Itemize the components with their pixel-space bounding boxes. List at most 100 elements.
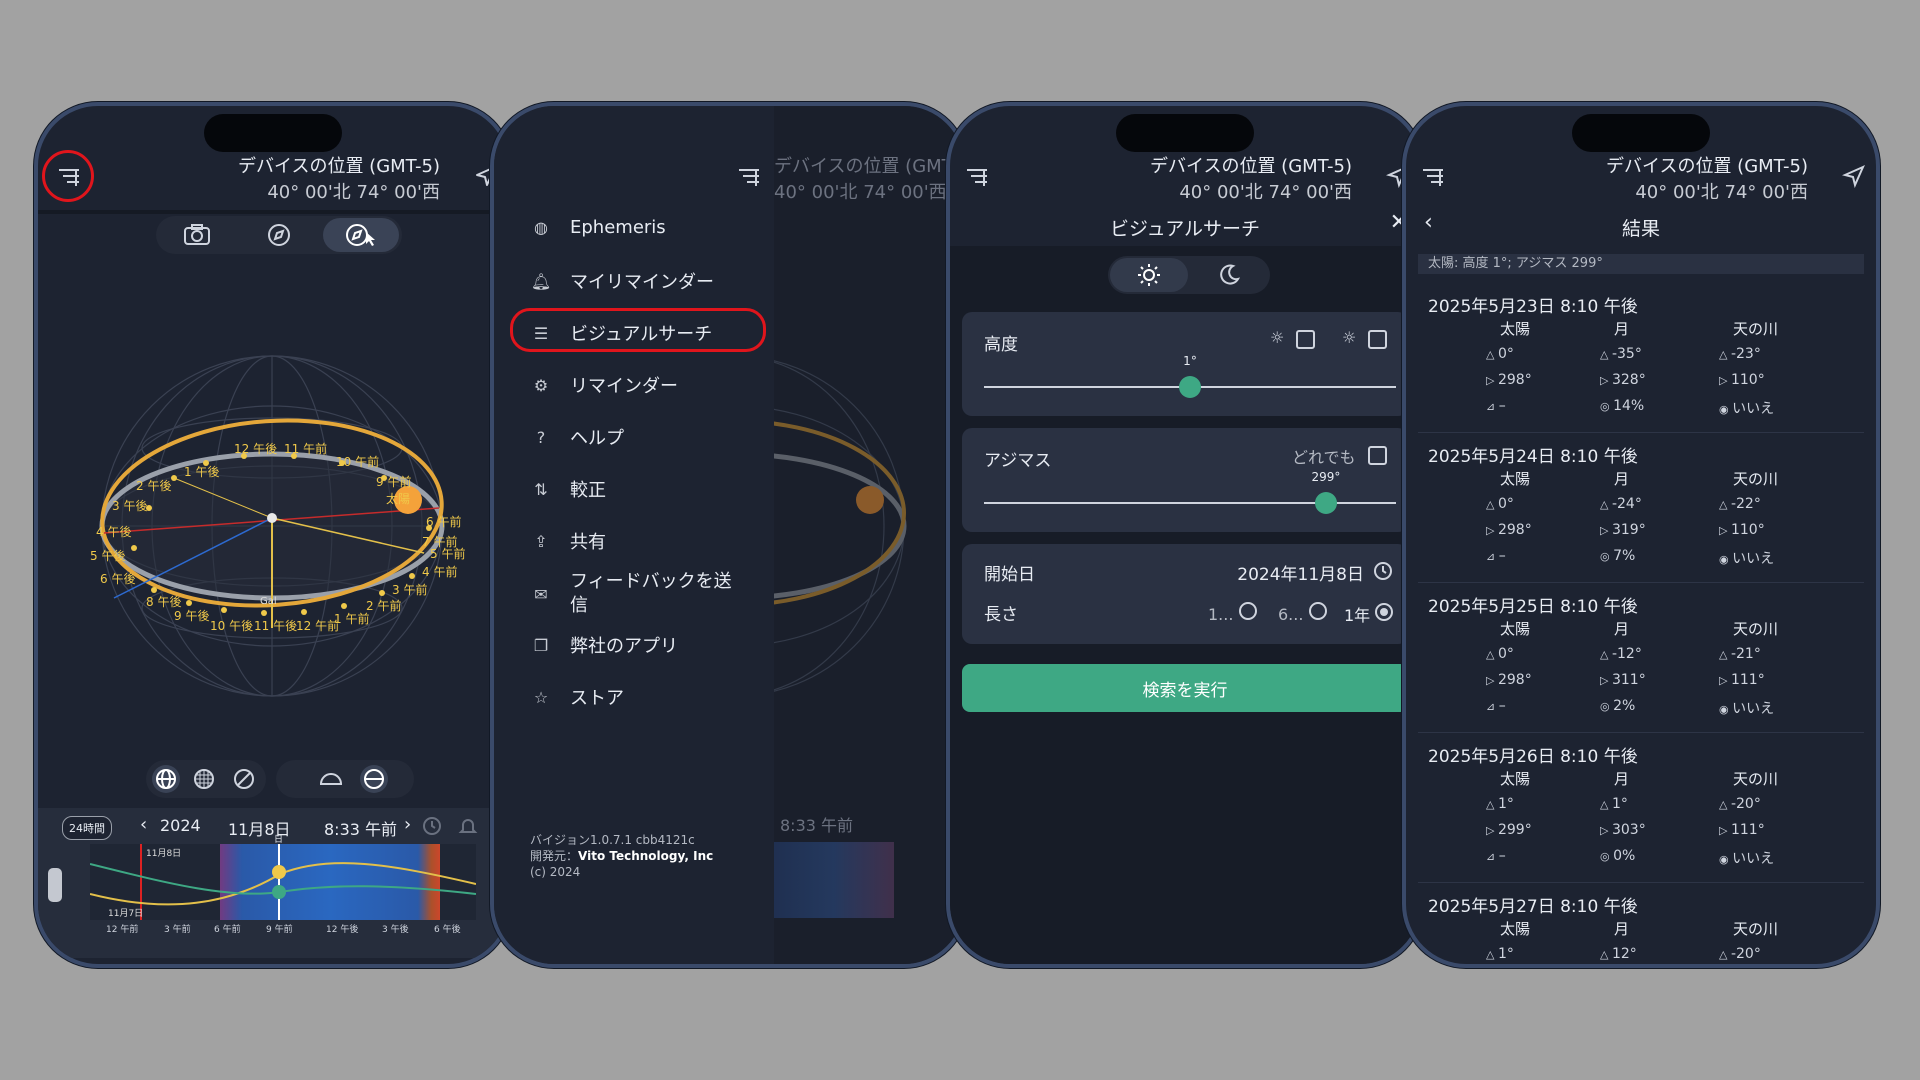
menu-item-store[interactable]: ☆ ストア bbox=[530, 684, 624, 710]
length-option-3[interactable]: 1年 bbox=[1344, 602, 1394, 626]
next-icon[interactable]: › bbox=[404, 814, 411, 835]
radio-button-selected[interactable] bbox=[1375, 603, 1394, 621]
star-icon: ☆ bbox=[533, 687, 549, 707]
result-value: ⊿ – bbox=[1486, 698, 1506, 714]
sunrise-checkbox[interactable] bbox=[1296, 330, 1315, 349]
length-option-2[interactable]: 6... bbox=[1278, 602, 1327, 624]
radio-button[interactable] bbox=[1238, 602, 1257, 620]
option-label: 6... bbox=[1278, 605, 1304, 624]
column-head: 天の川 bbox=[1733, 770, 1779, 788]
sun-tab[interactable] bbox=[1110, 258, 1188, 292]
equator-icon[interactable] bbox=[358, 763, 390, 795]
moon-tab[interactable] bbox=[1190, 258, 1268, 292]
column-head: 月 bbox=[1614, 920, 1630, 938]
length-option-1[interactable]: 1... bbox=[1208, 602, 1257, 624]
results-list[interactable]: 2025年5月23日 8:10 午後 太陽 △ 0° ▷ 298° ⊿ – 月 △ -35°… bbox=[1406, 284, 1876, 964]
sphere-label: 8 午後 bbox=[146, 595, 181, 609]
result-value: △ 1° bbox=[1600, 796, 1628, 812]
menu-item-reminders[interactable]: ⚙ リマインダー bbox=[530, 372, 678, 398]
clock-icon[interactable] bbox=[1372, 560, 1394, 582]
result-value: ◎ 14% bbox=[1600, 398, 1644, 414]
column-head: 太陽 bbox=[1500, 620, 1531, 638]
column-head: 天の川 bbox=[1733, 620, 1779, 638]
menu-item-our-apps[interactable]: ❐ 弊社のアプリ bbox=[530, 632, 678, 658]
result-value: ⊿ – bbox=[1486, 398, 1506, 414]
filter-icon[interactable] bbox=[964, 164, 990, 190]
start-date-value[interactable]: 2024年11月8日 bbox=[1237, 560, 1364, 585]
sphere-label: 太陽 bbox=[386, 491, 410, 506]
sunrise-icon: ☼ bbox=[1270, 328, 1285, 347]
result-item[interactable]: 2025年5月23日 8:10 午後 太陽 △ 0° ▷ 298° ⊿ – 月 △ -35°… bbox=[1418, 284, 1864, 433]
menu-item-help[interactable]: ? ヘルプ bbox=[530, 424, 624, 450]
any-checkbox[interactable] bbox=[1368, 446, 1387, 465]
result-value: △ -20° bbox=[1719, 946, 1761, 962]
result-item[interactable]: 2025年5月27日 8:10 午後太陽△ 1°▷ ⊿ 月△ 12°▷ ◎ 天の… bbox=[1418, 884, 1864, 964]
menu-item-calibrate[interactable]: ⇅ 較正 bbox=[530, 476, 606, 502]
grid-sphere-icon[interactable] bbox=[192, 767, 216, 791]
result-item[interactable]: 2025年5月25日 8:10 午後 太陽 △ 0° ▷ 298° ⊿ – 月 △ -12°… bbox=[1418, 584, 1864, 733]
clock-icon[interactable] bbox=[422, 816, 442, 836]
no-grid-icon[interactable] bbox=[232, 767, 256, 791]
moon-icon bbox=[1220, 264, 1241, 285]
value-text: いいえ bbox=[1732, 851, 1775, 867]
globe-icon: ◍ bbox=[534, 217, 548, 237]
side-menu: ◍ Ephemeris 🔔︎ マイリマインダー ☰ ビジュアルサーチ ⚙ リマインダー … bbox=[494, 106, 774, 964]
result-item[interactable]: 2025年5月24日 8:10 午後 太陽 △ 0° ▷ 298° ⊿ – 月 △ -24°… bbox=[1418, 434, 1864, 583]
time-mode-badge[interactable]: 24時間 bbox=[62, 816, 112, 840]
result-value: ◎ 7% bbox=[1600, 548, 1635, 564]
ar-compass-button[interactable] bbox=[323, 218, 399, 252]
celestial-sphere[interactable]: 1 午後 12 午後 11 午前 10 午前 9 午前 2 午後 3 午後 4 … bbox=[74, 328, 474, 698]
globe-icon[interactable] bbox=[150, 763, 182, 795]
any-label: どれでも bbox=[1292, 448, 1356, 467]
menu-label: 較正 bbox=[570, 480, 606, 501]
phone-screen-visual-search: デバイスの位置 (GMT-5) 40° 00'北 74° 00'西 ビジュアルサ… bbox=[946, 102, 1424, 968]
tick: 6 午後 bbox=[434, 925, 461, 935]
alt-icon: △ bbox=[1486, 948, 1498, 961]
menu-item-my-reminders[interactable]: 🔔︎ マイリマインダー bbox=[530, 268, 714, 294]
sun-icon bbox=[1138, 264, 1160, 286]
menu-item-share[interactable]: ⇪ 共有 bbox=[530, 528, 606, 554]
menu-label: ビジュアルサーチ bbox=[570, 324, 713, 345]
phone-screen-sky-view: デバイスの位置 (GMT-5) 40° 00'北 74° 00'西 1 午後 1… bbox=[34, 102, 512, 968]
result-date: 2025年5月24日 8:10 午後 bbox=[1428, 447, 1638, 467]
radio-button[interactable] bbox=[1308, 602, 1327, 620]
result-item[interactable]: 2025年5月26日 8:10 午後 太陽 △ 1° ▷ 299° ⊿ – 月 △ 1° ▷ … bbox=[1418, 734, 1864, 883]
menu-item-visual-search[interactable]: ☰ ビジュアルサーチ bbox=[530, 320, 712, 346]
bg-title: デバイスの位置 (GMT-5) bbox=[774, 156, 968, 177]
result-value: ▷ 110° bbox=[1719, 372, 1765, 388]
tick: 9 午前 bbox=[266, 925, 293, 935]
timeline-handle[interactable] bbox=[48, 868, 62, 902]
option-label: 1... bbox=[1208, 605, 1234, 624]
sphere-label: 6 午前 bbox=[426, 514, 461, 529]
location-arrow-icon[interactable] bbox=[1842, 164, 1866, 188]
compass-button[interactable] bbox=[241, 218, 317, 252]
sunset-checkbox[interactable] bbox=[1368, 330, 1387, 349]
value-text: 0° bbox=[1497, 346, 1514, 362]
date-card: 開始日 2024年11月8日 長さ 1... 6... 1年 bbox=[962, 544, 1408, 644]
mw-phase-icon: ⊿ bbox=[1486, 400, 1499, 413]
result-date: 2025年5月23日 8:10 午後 bbox=[1428, 297, 1638, 317]
time-label[interactable]: 8:33 午前 bbox=[324, 816, 397, 840]
slider-thumb[interactable] bbox=[1179, 376, 1201, 398]
filter-icon[interactable] bbox=[1420, 164, 1446, 190]
value-text: 111° bbox=[1730, 822, 1765, 838]
az-icon: ▷ bbox=[1486, 674, 1498, 687]
sphere-label: 4 午前 bbox=[422, 564, 457, 579]
result-value: ▷ 299° bbox=[1486, 822, 1532, 838]
header: デバイスの位置 (GMT-5) 40° 00'北 74° 00'西 bbox=[1406, 152, 1876, 210]
horizon-icon[interactable] bbox=[318, 767, 344, 791]
filter-icon[interactable] bbox=[736, 164, 762, 190]
menu-item-ephemeris[interactable]: ◍ Ephemeris bbox=[530, 216, 666, 238]
bell-icon[interactable] bbox=[458, 816, 478, 836]
value-text: – bbox=[1498, 398, 1506, 414]
camera-button[interactable] bbox=[159, 218, 235, 252]
menu-item-feedback[interactable]: ✉ フィードバックを送信 bbox=[530, 570, 740, 618]
value-text: 1° bbox=[1497, 796, 1514, 812]
year-label[interactable]: 2024 bbox=[160, 816, 201, 835]
search-button[interactable]: 検索を実行 bbox=[962, 664, 1408, 712]
altitude-slider[interactable]: 1° bbox=[984, 354, 1396, 398]
prev-icon[interactable]: ‹ bbox=[140, 814, 147, 835]
day-chart[interactable]: 11月8日 11月7日 bbox=[90, 844, 476, 920]
slider-thumb[interactable] bbox=[1314, 492, 1337, 514]
azimuth-slider[interactable]: 299° bbox=[984, 470, 1396, 514]
